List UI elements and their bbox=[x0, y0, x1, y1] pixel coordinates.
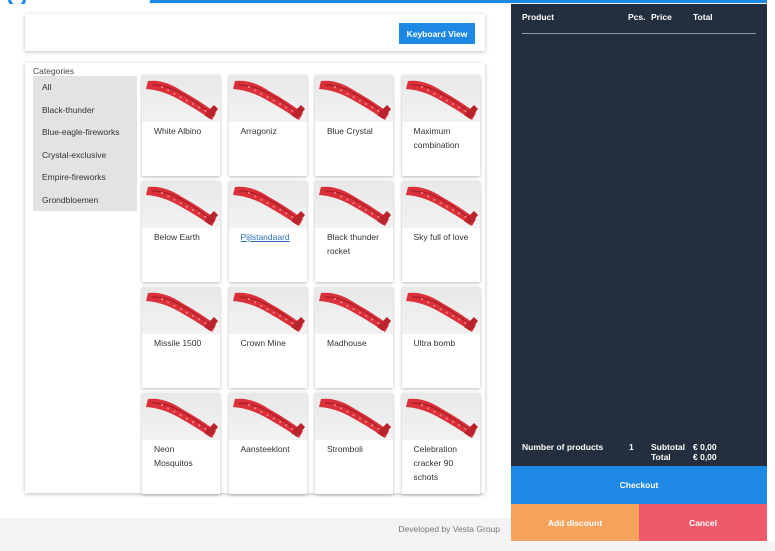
red-firework-product-icon bbox=[228, 75, 307, 122]
product-tile[interactable]: White Albino bbox=[142, 75, 220, 176]
right-gutter bbox=[767, 0, 775, 551]
product-tile[interactable]: Madhouse bbox=[315, 287, 393, 388]
product-tile[interactable]: Arragoniz bbox=[228, 75, 307, 176]
product-tile[interactable]: Crown Mine bbox=[228, 287, 307, 388]
categories-title: Categories bbox=[33, 66, 75, 76]
product-tile[interactable]: Stromboli bbox=[315, 393, 393, 494]
red-firework-product-icon bbox=[228, 393, 307, 440]
product-tile[interactable]: Sky full of love bbox=[401, 181, 480, 282]
product-tile[interactable]: Aansteeklont bbox=[228, 393, 307, 494]
red-firework-product-icon bbox=[315, 287, 393, 334]
product-name: Crown Mine bbox=[240, 338, 286, 348]
product-name: Blue Crystal bbox=[327, 126, 373, 136]
product-name: Aansteeklont bbox=[240, 444, 290, 454]
category-list: All Black-thunder Blue-eagle-fireworks Crys… bbox=[33, 76, 137, 211]
product-name: Madhouse bbox=[327, 338, 367, 348]
product-name: Missile 1500 bbox=[154, 338, 202, 348]
toolbar-card: Keyboard View bbox=[25, 14, 485, 51]
product-count-value: 1 bbox=[629, 442, 634, 452]
category-item[interactable]: Blue-eagle-fireworks bbox=[33, 121, 137, 144]
category-item[interactable]: Empire-fireworks bbox=[33, 166, 137, 189]
bottom-gutter bbox=[0, 541, 775, 551]
product-tile[interactable]: Celebration cracker 90 schots bbox=[401, 393, 480, 494]
product-name: Pijlstandaard bbox=[240, 232, 290, 242]
add-discount-button[interactable]: Add discount bbox=[511, 504, 639, 541]
red-firework-product-icon bbox=[142, 393, 220, 440]
red-firework-product-icon bbox=[142, 287, 220, 334]
cancel-button[interactable]: Cancel bbox=[639, 504, 767, 541]
cart-col-price: Price bbox=[651, 12, 672, 22]
subtotal-value: € 0,00 bbox=[693, 442, 717, 452]
red-firework-product-icon bbox=[142, 75, 220, 122]
red-firework-product-icon bbox=[401, 287, 480, 334]
product-name: Below Earth bbox=[154, 232, 200, 242]
footer-bar: Developed by Vesta Group bbox=[0, 518, 511, 540]
category-item[interactable]: All bbox=[33, 76, 137, 99]
red-firework-product-icon bbox=[315, 75, 393, 122]
red-firework-product-icon bbox=[228, 181, 307, 228]
product-tile[interactable]: Ultra bomb bbox=[401, 287, 480, 388]
product-tile[interactable]: Missile 1500 bbox=[142, 287, 220, 388]
cart-panel: Product Pcs. Price Total Number of produ… bbox=[511, 4, 767, 541]
product-count-label: Number of products bbox=[522, 442, 604, 452]
product-name: Arragoniz bbox=[240, 126, 277, 136]
category-item[interactable]: Crystal-exclusive bbox=[33, 144, 137, 167]
catalog-card: Categories All Black-thunder Blue-eagle-fi… bbox=[25, 63, 485, 494]
product-name: Sky full of love bbox=[413, 232, 469, 242]
category-item[interactable]: Black-thunder bbox=[33, 99, 137, 122]
product-name: Maximum combination bbox=[413, 126, 460, 150]
red-firework-product-icon bbox=[315, 181, 393, 228]
developer-credit: Developed by Vesta Group bbox=[398, 524, 500, 534]
red-firework-product-icon bbox=[228, 287, 307, 334]
product-tile[interactable]: Neon Mosquitos bbox=[142, 393, 220, 494]
total-value: € 0,00 bbox=[693, 452, 717, 462]
product-name: Celebration cracker 90 schots bbox=[413, 444, 457, 482]
main-area: Keyboard View Categories All Black-thunde… bbox=[0, 4, 511, 518]
red-firework-product-icon bbox=[142, 181, 220, 228]
product-name: Black thunder rocket bbox=[327, 232, 379, 256]
product-tile[interactable]: Black thunder rocket bbox=[315, 181, 393, 282]
keyboard-view-button[interactable]: Keyboard View bbox=[399, 23, 475, 44]
cart-col-total: Total bbox=[693, 12, 713, 22]
red-firework-product-icon bbox=[401, 393, 480, 440]
total-label: Total bbox=[651, 452, 671, 462]
product-tile[interactable]: Pijlstandaard bbox=[228, 181, 307, 282]
product-tile[interactable]: Maximum combination bbox=[401, 75, 480, 176]
product-name: Stromboli bbox=[327, 444, 363, 454]
category-item[interactable]: Grondbloemen bbox=[33, 189, 137, 212]
product-grid: White Albino Arragoniz Blue Crystal Maxi… bbox=[142, 75, 482, 494]
product-name: Neon Mosquitos bbox=[154, 444, 193, 468]
product-name: White Albino bbox=[154, 126, 202, 136]
product-name: Ultra bomb bbox=[413, 338, 456, 348]
cart-col-product: Product bbox=[522, 12, 555, 22]
subtotal-label: Subtotal bbox=[651, 442, 685, 452]
red-firework-product-icon bbox=[315, 393, 393, 440]
red-firework-product-icon bbox=[401, 75, 480, 122]
cart-col-pcs: Pcs. bbox=[628, 12, 646, 22]
checkout-button[interactable]: Checkout bbox=[511, 466, 767, 504]
product-tile[interactable]: Below Earth bbox=[142, 181, 220, 282]
red-firework-product-icon bbox=[401, 181, 480, 228]
cart-summary: Number of products 1 Subtotal € 0,00 Tot… bbox=[522, 442, 756, 466]
product-tile[interactable]: Blue Crystal bbox=[315, 75, 393, 176]
cart-header: Product Pcs. Price Total bbox=[522, 12, 756, 34]
